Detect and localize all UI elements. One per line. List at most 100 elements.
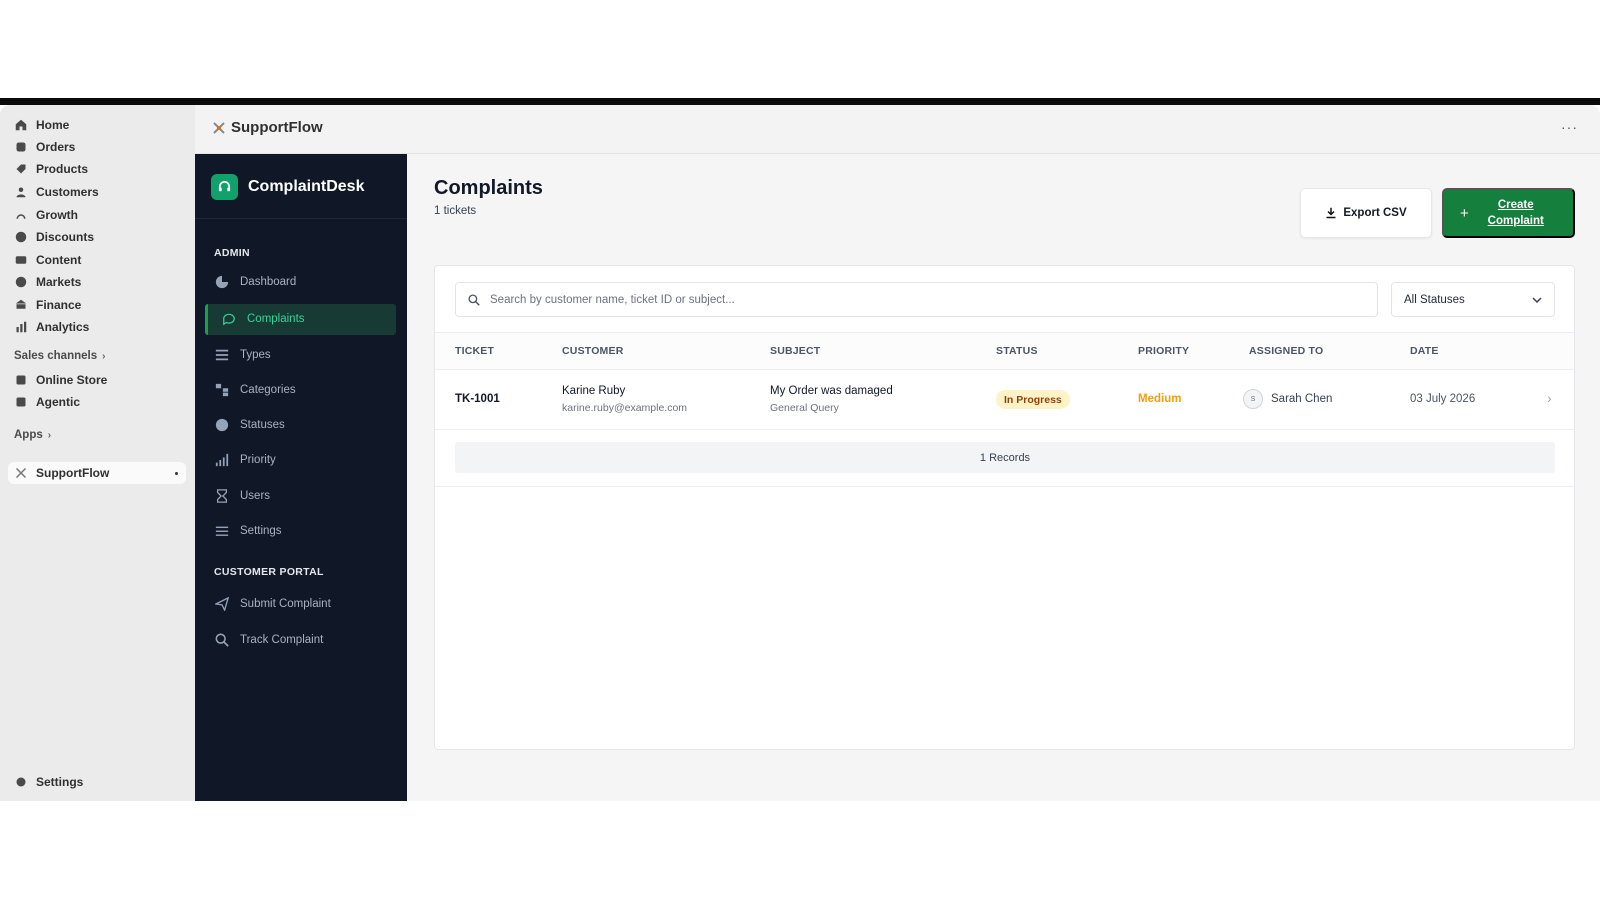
subject-title: My Order was damaged: [770, 385, 893, 397]
nav-item-finance[interactable]: Finance: [14, 295, 81, 315]
chevron-down-icon: [1532, 296, 1542, 303]
sidebar-item-settings[interactable]: Settings: [214, 521, 282, 541]
export-csv-button[interactable]: Export CSV: [1300, 188, 1432, 238]
search-input[interactable]: [490, 293, 1350, 306]
complaintdesk-sidebar: ComplaintDesk ADMIN Dashboard Complaints…: [195, 154, 407, 801]
gear-icon: [14, 775, 28, 789]
avatar: S: [1243, 389, 1263, 409]
card-divider: [435, 486, 1574, 487]
agentic-icon: [14, 395, 28, 409]
sidebar-item-types[interactable]: Types: [214, 345, 271, 365]
app-window: Home Orders Products Customers Growth Di…: [0, 105, 1600, 801]
column-header-subject[interactable]: SUBJECT: [770, 345, 820, 357]
nav-item-orders[interactable]: Orders: [14, 137, 75, 157]
supportflow-icon: [211, 120, 227, 136]
app-brand: SupportFlow: [211, 119, 323, 136]
globe-icon: [14, 275, 28, 289]
orders-icon: [14, 140, 28, 154]
more-options-button[interactable]: ···: [1561, 119, 1578, 135]
download-icon: [1326, 207, 1336, 219]
column-header-priority[interactable]: PRIORITY: [1138, 345, 1189, 357]
page-title: Complaints: [434, 177, 543, 199]
column-header-customer[interactable]: CUSTOMER: [562, 345, 624, 357]
growth-icon: [14, 208, 28, 222]
search-icon: [468, 293, 480, 306]
store-admin-nav: Home Orders Products Customers Growth Di…: [0, 105, 195, 801]
person-icon: [14, 185, 28, 199]
nav-item-agentic[interactable]: Agentic: [14, 392, 80, 412]
table-header: TICKET CUSTOMER SUBJECT STATUS PRIORITY …: [435, 332, 1574, 370]
nav-item-analytics[interactable]: Analytics: [14, 317, 89, 337]
admin-heading: ADMIN: [214, 247, 250, 259]
sidebar-item-users[interactable]: Users: [214, 486, 270, 506]
sales-channels-heading[interactable]: Sales channels ›: [14, 350, 105, 362]
ticket-count: 1 tickets: [434, 205, 477, 217]
sidebar-item-track-complaint[interactable]: Track Complaint: [214, 630, 323, 650]
column-header-assigned-to[interactable]: ASSIGNED TO: [1249, 345, 1323, 357]
complaintdesk-brand: ComplaintDesk: [211, 174, 364, 200]
column-header-status[interactable]: STATUS: [996, 345, 1038, 357]
nav-item-supportflow[interactable]: SupportFlow: [14, 463, 109, 483]
nav-item-growth[interactable]: Growth: [14, 205, 78, 225]
sidebar-item-priority[interactable]: Priority: [214, 450, 276, 470]
content-icon: [14, 253, 28, 267]
tag-icon: [14, 162, 28, 176]
paper-plane-icon: [214, 596, 230, 612]
app-header: SupportFlow ···: [195, 105, 1600, 154]
search-icon: [214, 632, 230, 648]
priority-label: Medium: [1138, 393, 1182, 405]
active-dot: [175, 472, 178, 475]
nav-item-settings[interactable]: Settings: [14, 772, 83, 792]
sidebar-item-categories[interactable]: Categories: [214, 380, 296, 400]
assignee-name: Sarah Chen: [1271, 393, 1333, 405]
nav-item-customers[interactable]: Customers: [14, 182, 99, 202]
nav-item-home[interactable]: Home: [14, 115, 69, 135]
discount-icon: [14, 230, 28, 244]
customer-portal-heading: CUSTOMER PORTAL: [214, 566, 324, 578]
chevron-right-icon[interactable]: ›: [1547, 390, 1552, 406]
complaints-card: All Statuses TICKET CUSTOMER SUBJECT STA…: [434, 265, 1575, 750]
search-box[interactable]: [455, 282, 1378, 317]
headset-icon: [211, 174, 238, 200]
sidebar-item-submit-complaint[interactable]: Submit Complaint: [214, 594, 331, 614]
column-header-date[interactable]: DATE: [1410, 345, 1439, 357]
column-header-ticket[interactable]: TICKET: [455, 345, 494, 357]
list-icon: [214, 347, 230, 363]
sidebar-item-statuses[interactable]: Statuses: [214, 415, 285, 435]
signal-bars-icon: [214, 452, 230, 468]
apps-heading[interactable]: Apps ›: [14, 429, 51, 441]
supportflow-icon: [14, 466, 28, 480]
hourglass-icon: [214, 488, 230, 504]
sidebar-item-complaints[interactable]: Complaints: [221, 309, 305, 329]
pie-chart-icon: [214, 274, 230, 290]
plus-icon: +: [1460, 204, 1469, 222]
bank-icon: [14, 298, 28, 312]
nav-item-online-store[interactable]: Online Store: [14, 370, 107, 390]
sidebar-item-dashboard[interactable]: Dashboard: [214, 272, 296, 292]
create-complaint-button[interactable]: + Create Complaint: [1442, 188, 1575, 238]
ticket-date: 03 July 2026: [1410, 393, 1476, 405]
status-badge: In Progress: [996, 390, 1070, 409]
chevron-right-icon: ›: [102, 350, 106, 362]
home-icon: [14, 118, 28, 132]
store-icon: [14, 373, 28, 387]
main-content: Complaints 1 tickets Export CSV + Create…: [407, 154, 1600, 801]
chevron-right-icon: ›: [47, 429, 52, 441]
nav-item-content[interactable]: Content: [14, 250, 81, 270]
sidebar-divider: [195, 218, 407, 219]
table-row[interactable]: TK-1001 Karine Ruby karine.ruby@example.…: [435, 370, 1574, 430]
customer-email: karine.ruby@example.com: [562, 402, 688, 414]
bar-chart-icon: [14, 320, 28, 334]
nav-item-markets[interactable]: Markets: [14, 272, 81, 292]
check-circle-icon: [214, 417, 230, 433]
ticket-id: TK-1001: [455, 393, 500, 405]
records-count: 1 Records: [455, 442, 1555, 473]
chat-bubble-icon: [221, 311, 237, 327]
window-top-edge: [0, 98, 1600, 105]
nav-item-discounts[interactable]: Discounts: [14, 227, 94, 247]
sitemap-icon: [214, 382, 230, 398]
customer-name: Karine Ruby: [562, 385, 626, 397]
status-filter-select[interactable]: All Statuses: [1391, 282, 1555, 317]
sliders-icon: [214, 523, 230, 539]
nav-item-products[interactable]: Products: [14, 159, 88, 179]
